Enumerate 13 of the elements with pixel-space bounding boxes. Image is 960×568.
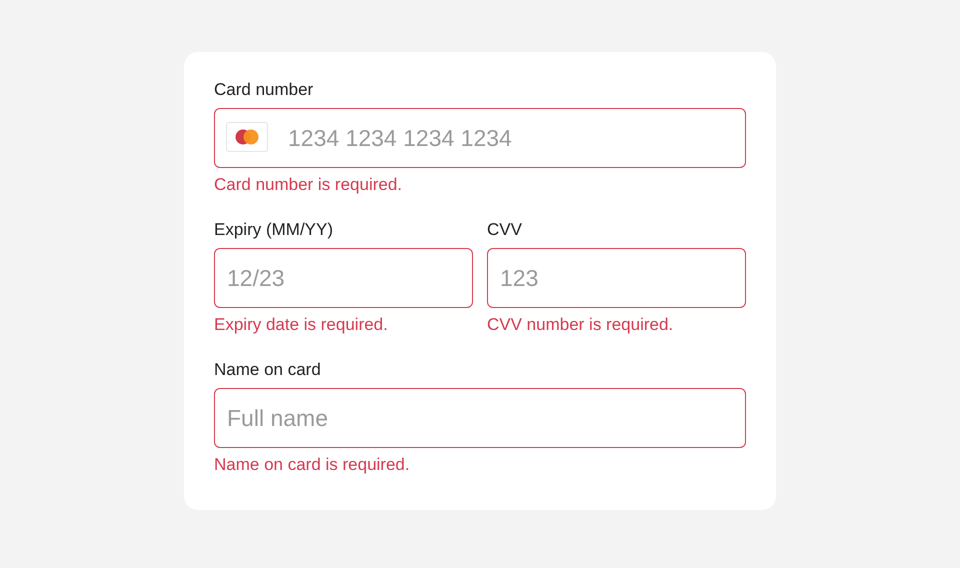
error-message: Name on card is required. bbox=[214, 454, 410, 476]
error-message: CVV number is required. bbox=[487, 314, 674, 336]
field-label: Expiry (MM/YY) bbox=[214, 219, 333, 241]
field-label: Card number bbox=[214, 79, 314, 101]
input-field[interactable]: 1234 1234 1234 1234 bbox=[214, 108, 746, 168]
card-brand-icon bbox=[226, 122, 268, 152]
error-message: Expiry date is required. bbox=[214, 314, 388, 336]
input-field[interactable]: 12/23 bbox=[214, 248, 473, 308]
input-field[interactable]: Full name bbox=[214, 388, 746, 448]
input-field[interactable]: 123 bbox=[487, 248, 746, 308]
field-label: CVV bbox=[487, 219, 522, 241]
error-message: Card number is required. bbox=[214, 174, 402, 196]
field-label: Name on card bbox=[214, 359, 321, 381]
